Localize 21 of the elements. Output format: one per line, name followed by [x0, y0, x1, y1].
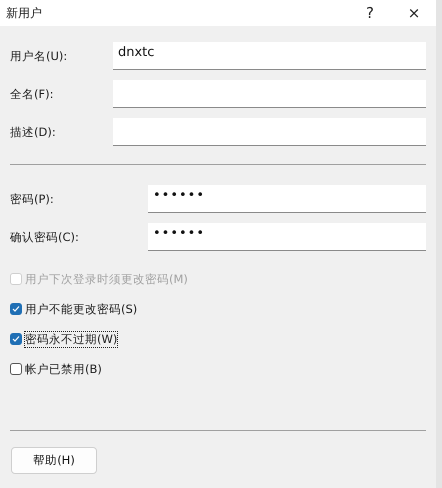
checkbox-label: 密码永不过期(W) — [25, 332, 118, 346]
password-field[interactable]: •••••• — [148, 185, 426, 213]
close-button[interactable]: × — [392, 0, 436, 26]
window-title: 新用户 — [6, 4, 43, 22]
help-button[interactable]: 帮助(H) — [11, 447, 97, 474]
help-button[interactable]: ? — [348, 0, 392, 26]
checkbox-label: 帐户已禁用(B) — [25, 362, 102, 376]
field-label: 用户名(U): — [10, 48, 68, 64]
checkbox[interactable] — [10, 333, 22, 345]
checkbox-label: 用户下次登录时须更改密码(M) — [25, 272, 188, 286]
checkbox[interactable] — [10, 303, 22, 315]
input-field[interactable]: dnxtc — [113, 42, 426, 70]
field-label: 密码(P): — [10, 192, 55, 206]
checkbox[interactable] — [10, 363, 22, 375]
field-label: 描述(D): — [10, 124, 57, 140]
field-label: 全名(F): — [10, 86, 54, 102]
checkbox-label: 用户不能更改密码(S) — [25, 302, 138, 316]
field-label: 确认密码(C): — [10, 230, 80, 244]
input-field[interactable] — [113, 118, 426, 146]
input-field[interactable] — [113, 80, 426, 108]
password-field[interactable]: •••••• — [148, 223, 426, 251]
